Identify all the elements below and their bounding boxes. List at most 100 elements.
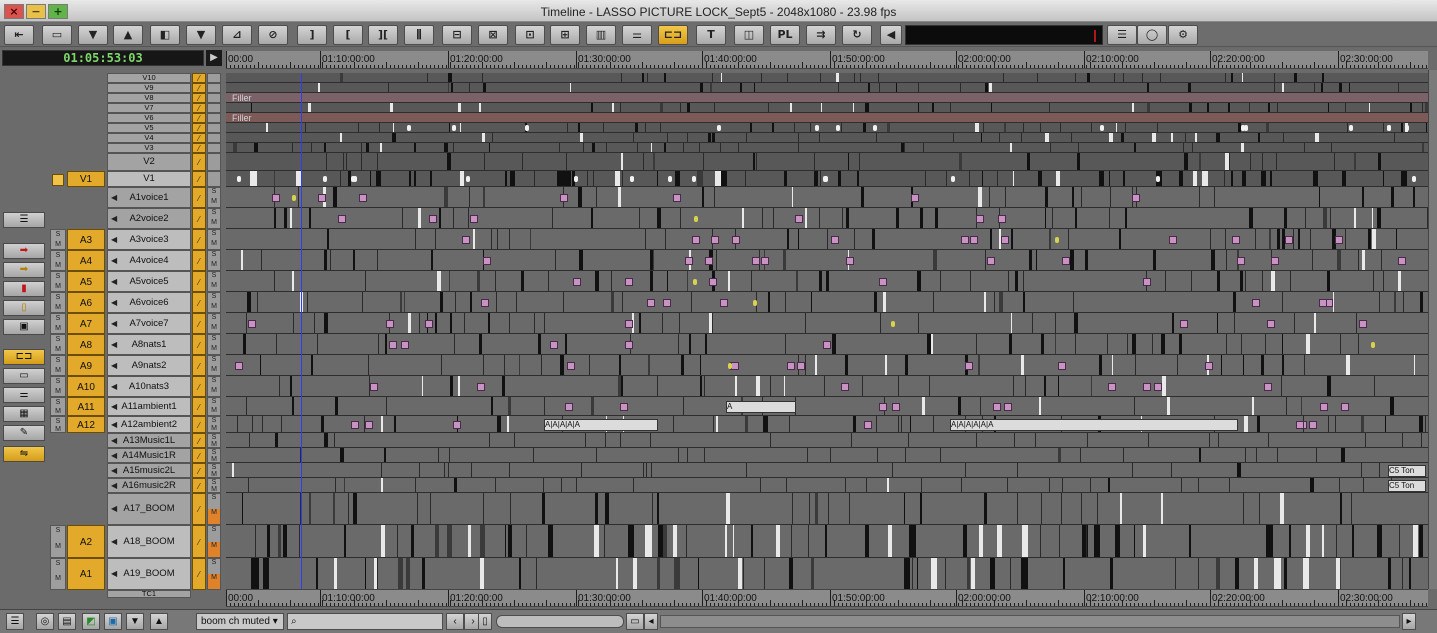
track-monitor[interactable] <box>207 73 221 83</box>
track-selector-v10[interactable]: V10 <box>107 73 191 83</box>
effect-icon[interactable] <box>1308 420 1317 429</box>
list-icon[interactable]: ☰ <box>1107 25 1137 45</box>
clip-name[interactable]: A <box>726 400 796 413</box>
lift-icon[interactable]: ⇤ <box>4 25 34 45</box>
sync-lock-icon[interactable]: ⁄ <box>192 397 206 416</box>
effect-icon[interactable] <box>795 214 804 223</box>
track-solo-mute[interactable]: SM <box>207 397 221 416</box>
timeline-lane-v8[interactable]: Filler <box>226 93 1428 103</box>
track-selector-a15music2l[interactable]: ◀ A15music2L <box>107 463 191 478</box>
keyframe-dot[interactable] <box>727 362 732 369</box>
pl-icon[interactable]: PL <box>770 25 800 45</box>
effect-icon[interactable] <box>401 340 410 349</box>
track-selector-v5[interactable]: V5 <box>107 123 191 133</box>
timeline-lane-a16music2r[interactable]: C5 Ton <box>226 478 1428 493</box>
mute-button[interactable]: M <box>51 324 65 334</box>
effect-icon[interactable] <box>429 214 438 223</box>
speaker-icon[interactable]: ◀ <box>111 335 117 354</box>
sync-lock-icon[interactable]: ⁄ <box>192 271 206 292</box>
timeline-lane-a2voice2[interactable] <box>226 208 1428 229</box>
track-solo-mute[interactable]: SM <box>207 208 221 229</box>
track-monitor[interactable] <box>207 93 221 103</box>
track-solo-mute[interactable]: SM <box>207 355 221 376</box>
effect-icon[interactable] <box>1205 361 1214 370</box>
mute-button[interactable]: M <box>51 345 65 355</box>
effect-icon[interactable] <box>566 361 575 370</box>
speaker-icon[interactable]: ◀ <box>111 417 117 432</box>
effect-icon[interactable] <box>987 256 996 265</box>
speaker-icon[interactable]: ◀ <box>880 25 902 45</box>
mute-button[interactable]: M <box>208 366 220 376</box>
track-selector-a7voice7[interactable]: ◀ A7voice7 <box>107 313 191 334</box>
effect-icon[interactable] <box>731 361 740 370</box>
track-selector-a13music1l[interactable]: ◀ A13Music1L <box>107 433 191 448</box>
up-arrow-icon[interactable]: ▲ <box>113 25 143 45</box>
track-patch-a12[interactable]: A12 <box>67 416 105 433</box>
solo-mute-buttons[interactable]: SM <box>50 334 66 355</box>
solo-mute-buttons[interactable]: SM <box>50 271 66 292</box>
mixer-icon[interactable]: ⚌ <box>3 387 45 403</box>
position-indicator[interactable] <box>301 73 302 589</box>
mute-button[interactable]: M <box>51 366 65 376</box>
timeline-lane-a17_boom[interactable] <box>226 493 1428 525</box>
timeline-lane-a3voice3[interactable] <box>226 229 1428 250</box>
effect-icon[interactable] <box>1285 235 1294 244</box>
down-icon[interactable]: ▼ <box>126 613 144 630</box>
timeline-lane-v2[interactable] <box>226 153 1428 171</box>
solo-mute-buttons[interactable]: SM <box>50 525 66 558</box>
timeline-lane-a15music2l[interactable]: C5 Ton <box>226 463 1428 478</box>
effect-icon[interactable] <box>1358 319 1367 328</box>
effect-icon[interactable] <box>993 402 1002 411</box>
solo-button[interactable]: S <box>208 272 220 282</box>
effect-icon[interactable] <box>823 340 832 349</box>
effect-icon[interactable] <box>235 361 244 370</box>
solo-button[interactable]: S <box>51 314 65 324</box>
track-patch-a3[interactable]: A3 <box>67 229 105 250</box>
track-solo-mute[interactable]: SM <box>207 187 221 208</box>
keyframe-dot[interactable] <box>693 278 698 285</box>
sync-lock-icon[interactable]: ⁄ <box>192 83 206 93</box>
mute-button[interactable]: M <box>208 541 220 557</box>
timeline-lane-a5voice5[interactable] <box>226 271 1428 292</box>
clip-name[interactable]: C5 Ton <box>1388 464 1426 477</box>
keyframe-dot[interactable] <box>891 320 896 327</box>
solo-mute-buttons[interactable]: SM <box>50 313 66 334</box>
effect-icon[interactable] <box>1295 420 1304 429</box>
track-solo-mute[interactable]: SM <box>207 448 221 463</box>
speaker-icon[interactable]: ◀ <box>111 449 117 462</box>
effect-icon[interactable] <box>388 340 397 349</box>
track-selector-a8nats1[interactable]: ◀ A8nats1 <box>107 334 191 355</box>
sync-lock-icon[interactable]: ⁄ <box>192 133 206 143</box>
mute-button[interactable]: M <box>51 574 65 589</box>
solo-button[interactable]: S <box>208 559 220 574</box>
mute-button[interactable]: M <box>208 486 220 493</box>
track-monitor[interactable] <box>207 143 221 153</box>
speaker-icon[interactable]: ◀ <box>111 188 117 207</box>
sync-lock-icon[interactable]: ⁄ <box>192 558 206 590</box>
scroll-left-icon[interactable]: ◂ <box>644 613 658 630</box>
effect-icon[interactable] <box>708 277 717 286</box>
effect-icon[interactable] <box>337 214 346 223</box>
track-solo-mute[interactable]: SM <box>207 250 221 271</box>
mute-button[interactable]: M <box>51 261 65 271</box>
speaker-icon[interactable]: ◀ <box>111 398 117 415</box>
sync-lock-icon[interactable]: ⁄ <box>192 334 206 355</box>
audio-waveform-icon[interactable]: ◩ <box>82 613 100 630</box>
track-solo-mute[interactable]: SM <box>207 313 221 334</box>
list-icon[interactable]: ☰ <box>3 212 45 228</box>
effect-icon[interactable] <box>351 420 360 429</box>
circle-icon[interactable]: ◯ <box>1137 25 1167 45</box>
effect-icon[interactable] <box>364 420 373 429</box>
solo-mute-buttons[interactable]: SM <box>50 558 66 590</box>
mute-button[interactable]: M <box>208 303 220 313</box>
solo-mute-buttons[interactable]: SM <box>50 397 66 416</box>
timecode-menu-icon[interactable]: ▶ <box>206 50 222 66</box>
effect-icon[interactable] <box>481 298 490 307</box>
sync-lock-icon[interactable]: ⁄ <box>192 123 206 133</box>
timeline-lane-a14music1r[interactable] <box>226 448 1428 463</box>
mute-button[interactable]: M <box>51 240 65 250</box>
timeline-ruler-bottom[interactable]: 00:00 01:10:00:00 01:20:00:00 01:30:00:00 01… <box>226 589 1428 607</box>
solo-mute-buttons[interactable]: SM <box>50 250 66 271</box>
effect-icon[interactable] <box>787 361 796 370</box>
scroll-right-icon[interactable]: ▸ <box>1402 613 1416 630</box>
